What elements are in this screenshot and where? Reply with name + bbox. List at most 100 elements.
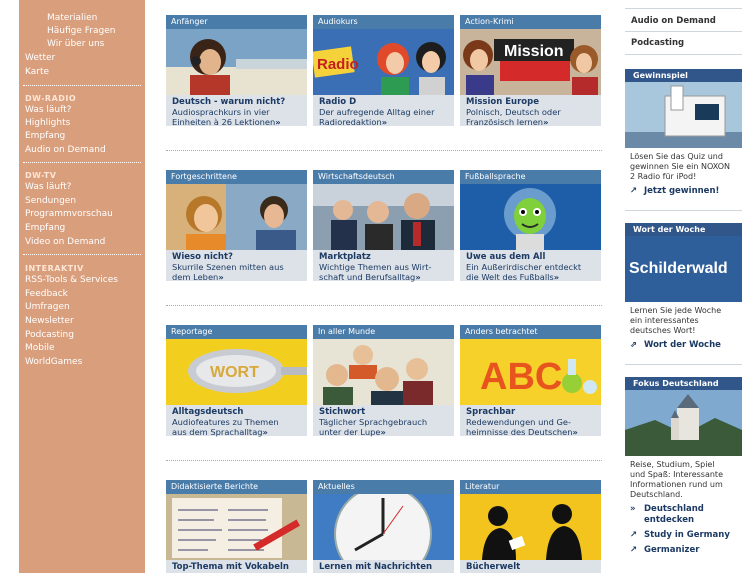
external-link-icon: ⇗ [630,340,638,350]
nav-karte[interactable]: Karte [25,67,49,78]
radio-logo: Radio [317,56,359,73]
nav-wetter[interactable]: Wetter [25,53,55,64]
nav-radio-empfang[interactable]: Empfang [25,131,65,142]
course-card-mission-europe[interactable]: Action-Krimi Mission Mission Europe Poln… [460,15,601,127]
schilderwald-image[interactable]: Schilderwald [625,236,742,302]
nav-haeufige-fragen[interactable]: Häufige Fragen [47,26,115,37]
card-title[interactable]: Mission Europe [466,97,595,107]
link-audio-on-demand[interactable]: Audio on Demand [631,16,716,26]
card-image-radio-d-comic[interactable]: Radio [313,29,454,95]
more-arrow-icon[interactable]: » [380,427,385,437]
right-divider [625,54,742,55]
ipod-radio-image[interactable] [625,82,742,148]
arrow-link-icon: ↗ [630,545,638,555]
card-image-alien-football[interactable] [460,184,601,250]
arrow-link-icon: ↗ [630,186,638,196]
wort-link[interactable]: Wort der Woche [644,340,721,350]
card-title[interactable]: Sprachbar [466,407,595,417]
card-image-abc-flasks[interactable]: ABC [460,339,601,405]
gewinnspiel-header: Gewinnspiel [625,69,742,82]
nav-tv-sendungen[interactable]: Sendungen [25,196,76,207]
card-title[interactable]: Alltagsdeutsch [172,407,301,417]
nav-radio-was-laeuft[interactable]: Was läuft? [25,105,71,116]
gewinnspiel-text: Lösen Sie das Quiz und gewinnen Sie ein … [630,152,730,181]
nav-tv-empfang[interactable]: Empfang [25,223,65,234]
course-card-radio-d[interactable]: Audiokurs Radio Radio D Der aufregende A… [313,15,454,127]
nav-tv-video-on-demand[interactable]: Video on Demand [25,237,105,248]
mission-logo: Mission [504,43,564,60]
card-title[interactable]: Uwe aus dem All [466,252,595,262]
section-heading-tv: DW-TV [25,171,57,180]
course-card-buecherwelt[interactable]: Literatur Bücherwelt [460,480,601,573]
row-divider [166,305,602,306]
card-title[interactable]: Marktplatz [319,252,448,262]
card-image-spoon-letters[interactable]: WORT [166,339,307,405]
nav-umfragen[interactable]: Umfragen [25,302,70,313]
card-description: Täglicher Sprachgebrauch unter der Lupe [319,417,428,437]
link-podcasting[interactable]: Podcasting [631,38,684,48]
nav-worldgames[interactable]: WorldGames [25,357,82,368]
nav-radio-highlights[interactable]: Highlights [25,118,70,129]
card-header: Wirtschaftsdeutsch [313,170,454,184]
card-image-silhouettes-reading[interactable] [460,494,601,560]
card-image-clock[interactable] [313,494,454,560]
card-title[interactable]: Top-Thema mit Vokabeln [172,562,301,572]
card-title[interactable]: Radio D [319,97,448,107]
card-image-two-people[interactable] [166,184,307,250]
nav-mobile[interactable]: Mobile [25,343,55,354]
card-image-woman-headphones[interactable] [166,29,307,95]
row-divider [166,460,602,461]
course-card-sprachbar[interactable]: Anders betrachtet ABC Sprachbar Redewend… [460,325,601,437]
card-title[interactable]: Lernen mit Nachrichten [319,562,448,572]
fokus-link-germanizer[interactable]: Germanizer [644,545,699,555]
card-image-businessmen[interactable] [313,184,454,250]
card-title[interactable]: Stichwort [319,407,448,417]
card-title[interactable]: Wieso nicht? [172,252,301,262]
more-arrow-icon[interactable]: » [554,272,559,282]
more-arrow-icon[interactable]: » [415,272,420,282]
fokus-link-deutschland-entdecken[interactable]: Deutschland entdecken [644,504,704,526]
nav-feedback[interactable]: Feedback [25,289,68,300]
more-arrow-icon[interactable]: » [573,427,578,437]
course-card-wieso-nicht[interactable]: Fortgeschrittene Wieso nicht? Skurrile S… [166,170,307,282]
course-card-uwe-aus-dem-all[interactable]: Fußballsprache Uwe aus dem All Ein Außer… [460,170,601,282]
course-card-lernen-mit-nachrichten[interactable]: Aktuelles Lernen mit Nachrichten [313,480,454,573]
course-card-marktplatz[interactable]: Wirtschaftsdeutsch Marktplatz Wichtige T… [313,170,454,282]
gewinnspiel-box: Gewinnspiel Lösen Sie das Quiz und gewin… [625,69,742,197]
course-card-alltagsdeutsch[interactable]: Reportage WORT Alltagsdeutsch Audiofeatu… [166,325,307,437]
more-arrow-icon[interactable]: » [543,117,548,127]
abc-letters: ABC [480,356,562,398]
more-arrow-icon[interactable]: » [218,272,223,282]
castle-image[interactable] [625,390,742,456]
nav-wir-ueber-uns[interactable]: Wir über uns [47,39,104,50]
nav-materialien[interactable]: Materialien [47,13,97,24]
card-description: Skurrile Szenen mitten aus dem Leben [172,262,284,282]
card-image-group-people[interactable] [313,339,454,405]
left-navigation: Materialien Häufige Fragen Wir über uns … [19,0,145,573]
row-divider [166,150,602,151]
course-card-top-thema[interactable]: Didaktisierte Berichte Top-Thema mit Vok… [166,480,307,573]
nav-podcasting[interactable]: Podcasting [25,330,74,341]
card-title[interactable]: Bücherwelt [466,562,595,572]
alphabet-soup-word: WORT [210,364,259,381]
gewinnspiel-link[interactable]: Jetzt gewinnen! [644,186,719,196]
sidebar-divider [23,254,141,255]
course-card-stichwort[interactable]: In aller Munde Stichwort Täglicher Sprac… [313,325,454,437]
card-header: Anfänger [166,15,307,29]
nav-tv-was-laeuft[interactable]: Was läuft? [25,182,71,193]
card-image-mission-europe[interactable]: Mission [460,29,601,95]
right-column: Audio on Demand Podcasting Gewinnspiel L… [625,0,742,573]
card-description: Audiosprachkurs in vier Einheiten à 26 L… [172,107,276,127]
fokus-link-study-in-germany[interactable]: Study in Germany [644,530,730,540]
fokus-header: Fokus Deutschland [625,377,742,390]
nav-newsletter[interactable]: Newsletter [25,316,74,327]
more-arrow-icon[interactable]: » [382,117,387,127]
card-image-handwriting[interactable] [166,494,307,560]
more-arrow-icon[interactable]: » [275,117,280,127]
more-arrow-icon[interactable]: » [263,427,268,437]
nav-radio-audio-on-demand[interactable]: Audio on Demand [25,145,106,156]
nav-rss-tools[interactable]: RSS-Tools & Services [25,275,118,286]
course-card-deutsch-warum-nicht[interactable]: Anfänger Deutsch - warum nicht? Audiospr… [166,15,307,127]
nav-tv-programmvorschau[interactable]: Programmvorschau [25,209,113,220]
card-title[interactable]: Deutsch - warum nicht? [172,97,301,107]
